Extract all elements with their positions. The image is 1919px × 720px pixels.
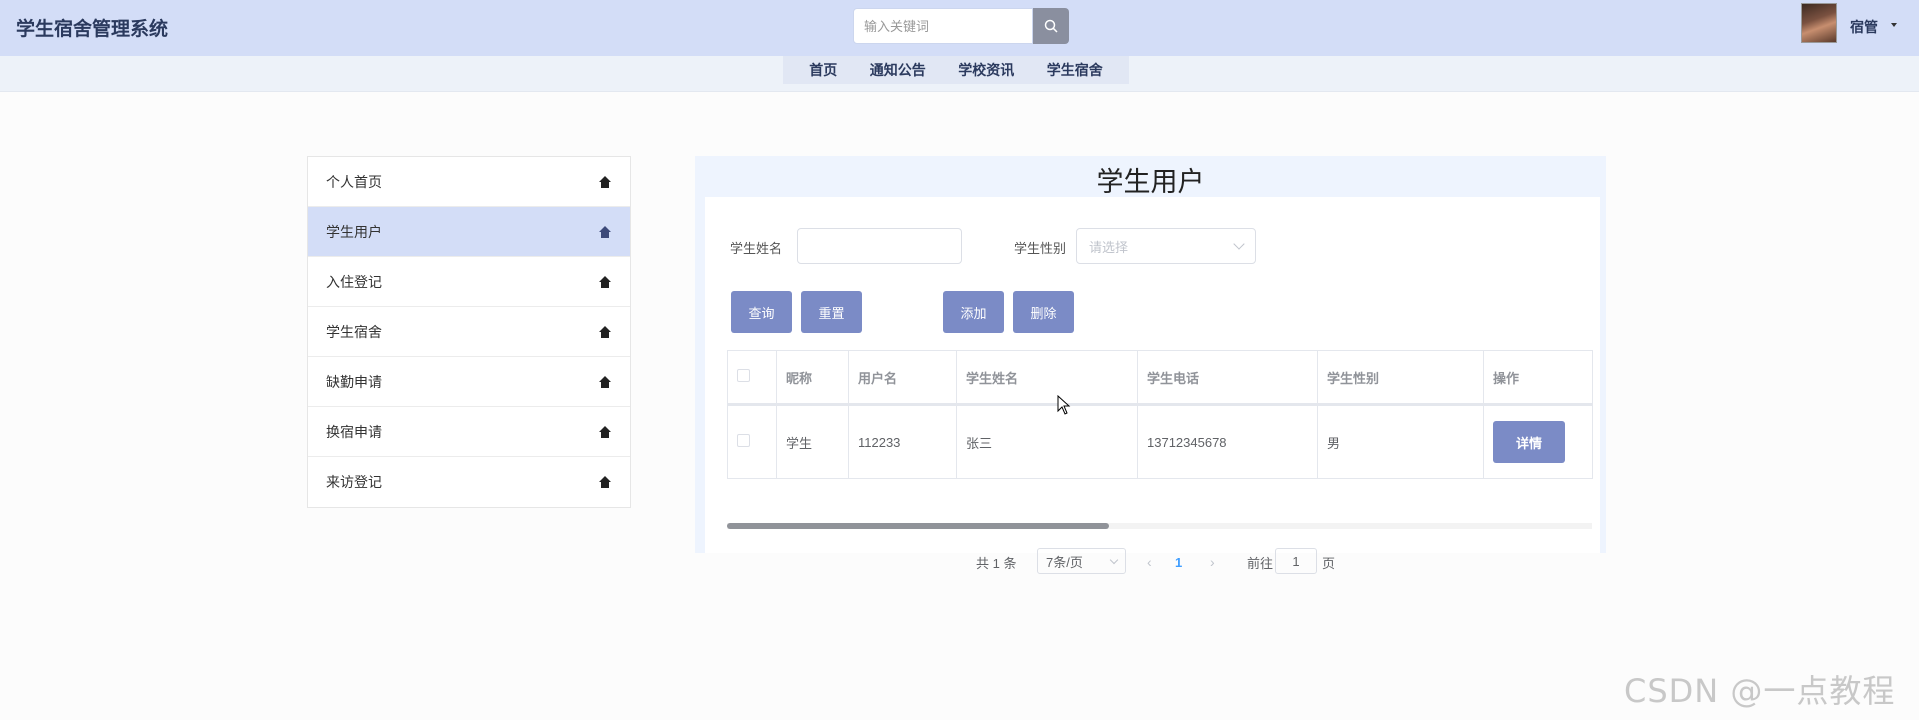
prev-page-icon[interactable]: ‹	[1147, 548, 1152, 576]
sidebar-item-checkin[interactable]: 入住登记	[308, 257, 630, 307]
student-name-label: 学生姓名	[730, 241, 783, 256]
mouse-cursor-icon	[1057, 395, 1071, 415]
sidebar-item-label: 换宿申请	[326, 423, 382, 440]
sidebar-item-label: 学生用户	[326, 223, 382, 240]
home-icon	[599, 425, 611, 438]
jump-page-value: 1	[1292, 553, 1300, 569]
sidebar-item-label: 来访登记	[326, 474, 382, 490]
home-icon	[599, 175, 611, 188]
page-size-select[interactable]: 7条/页	[1037, 548, 1126, 574]
nav-bar: 首页 通知公告 学校资讯 学生宿舍	[0, 56, 1919, 92]
column-header-username[interactable]: 用户名	[848, 350, 957, 406]
sidebar-item-visitors[interactable]: 来访登记	[308, 457, 630, 507]
reset-button[interactable]: 重置	[801, 291, 862, 333]
chevron-down-icon	[1233, 238, 1245, 250]
cell-student-name: 张三	[956, 404, 1138, 479]
avatar[interactable]	[1801, 3, 1837, 43]
cell-actions: 详情	[1483, 404, 1593, 479]
table-row: 学生 112233 张三 13712345678 男 详情	[727, 404, 1593, 479]
cell-gender: 男	[1317, 404, 1484, 479]
chevron-down-icon	[1109, 555, 1119, 564]
sidebar-item-label: 学生宿舍	[326, 323, 382, 340]
sidebar-item-absence[interactable]: 缺勤申请	[308, 357, 630, 407]
sidebar-item-profile[interactable]: 个人首页	[308, 157, 630, 207]
search-button[interactable]	[1033, 8, 1069, 44]
row-select-cell	[727, 404, 777, 479]
top-header: 学生宿舍管理系统 宿管	[0, 0, 1919, 56]
sidebar-item-label: 入住登记	[326, 273, 382, 290]
search-icon	[1044, 19, 1058, 33]
cell-username: 112233	[848, 404, 957, 479]
page-number-current[interactable]: 1	[1175, 548, 1182, 576]
detail-button[interactable]: 详情	[1493, 421, 1565, 463]
query-button[interactable]: 查询	[731, 291, 792, 333]
column-header-student-name[interactable]: 学生姓名	[956, 350, 1138, 406]
jump-suffix: 页	[1322, 555, 1336, 571]
jump-page-input[interactable]: 1	[1275, 548, 1317, 574]
sidebar-item-dorm-change[interactable]: 换宿申请	[308, 407, 630, 457]
next-page-icon[interactable]: ›	[1210, 548, 1215, 576]
scrollbar-thumb[interactable]	[727, 523, 1109, 529]
cell-nickname: 学生	[776, 404, 849, 479]
pagination-total: 共 1 条	[976, 555, 1017, 571]
home-icon	[599, 225, 611, 238]
main-panel: 学生用户 学生姓名 学生性别 请选择 查询 重置 添加 删除 昵称 用户名 学生…	[695, 156, 1606, 574]
nav-menu: 首页 通知公告 学校资讯 学生宿舍	[783, 56, 1129, 84]
nav-item-notices[interactable]: 通知公告	[870, 60, 926, 80]
column-header-phone[interactable]: 学生电话	[1137, 350, 1318, 406]
pagination: 共 1 条 7条/页 ‹ 1 › 前往 1 页	[705, 548, 1600, 576]
sidebar: 个人首页 学生用户 入住登记 学生宿舍 缺勤申请 换宿申请 来访登记	[307, 156, 631, 508]
nav-item-news[interactable]: 学校资讯	[958, 60, 1014, 80]
search-bar	[853, 8, 1069, 44]
sidebar-item-dorms[interactable]: 学生宿舍	[308, 307, 630, 357]
panel-body: 学生姓名 学生性别 请选择 查询 重置 添加 删除 昵称 用户名 学生姓名 学生…	[705, 197, 1600, 574]
page-size-value: 7条/页	[1046, 554, 1083, 570]
horizontal-scrollbar[interactable]	[727, 523, 1592, 529]
home-icon	[599, 275, 611, 288]
user-menu-caret-icon[interactable]	[1891, 23, 1897, 27]
select-placeholder: 请选择	[1089, 239, 1129, 255]
column-header-actions: 操作	[1483, 350, 1593, 406]
nav-item-home[interactable]: 首页	[809, 60, 837, 80]
user-name[interactable]: 宿管	[1850, 17, 1878, 37]
student-table: 昵称 用户名 学生姓名 学生电话 学生性别 操作 学生 112233 张三 13…	[727, 350, 1593, 479]
watermark: CSDN @一点教程	[1624, 672, 1896, 710]
jump-prefix: 前往	[1247, 555, 1274, 571]
home-icon	[599, 325, 611, 338]
sidebar-item-label: 个人首页	[326, 173, 382, 190]
add-button[interactable]: 添加	[943, 291, 1004, 333]
student-gender-select[interactable]: 请选择	[1076, 228, 1256, 264]
student-name-input[interactable]	[797, 228, 962, 264]
sidebar-item-student-users[interactable]: 学生用户	[308, 207, 630, 257]
delete-button[interactable]: 删除	[1013, 291, 1074, 333]
app-title: 学生宿舍管理系统	[16, 19, 169, 40]
home-icon	[599, 375, 611, 388]
nav-item-dorms[interactable]: 学生宿舍	[1047, 60, 1103, 80]
student-gender-label: 学生性别	[1014, 241, 1067, 256]
search-input[interactable]	[853, 8, 1033, 44]
select-all-cell	[727, 350, 777, 406]
row-checkbox[interactable]	[737, 434, 750, 447]
cell-phone: 13712345678	[1137, 404, 1318, 479]
column-header-gender[interactable]: 学生性别	[1317, 350, 1484, 406]
home-icon	[599, 476, 611, 488]
table-header-row: 昵称 用户名 学生姓名 学生电话 学生性别 操作	[727, 350, 1593, 406]
column-header-nickname[interactable]: 昵称	[776, 350, 849, 406]
sidebar-item-label: 缺勤申请	[326, 373, 382, 390]
page-title: 学生用户	[1096, 167, 1205, 197]
select-all-checkbox[interactable]	[737, 369, 750, 382]
